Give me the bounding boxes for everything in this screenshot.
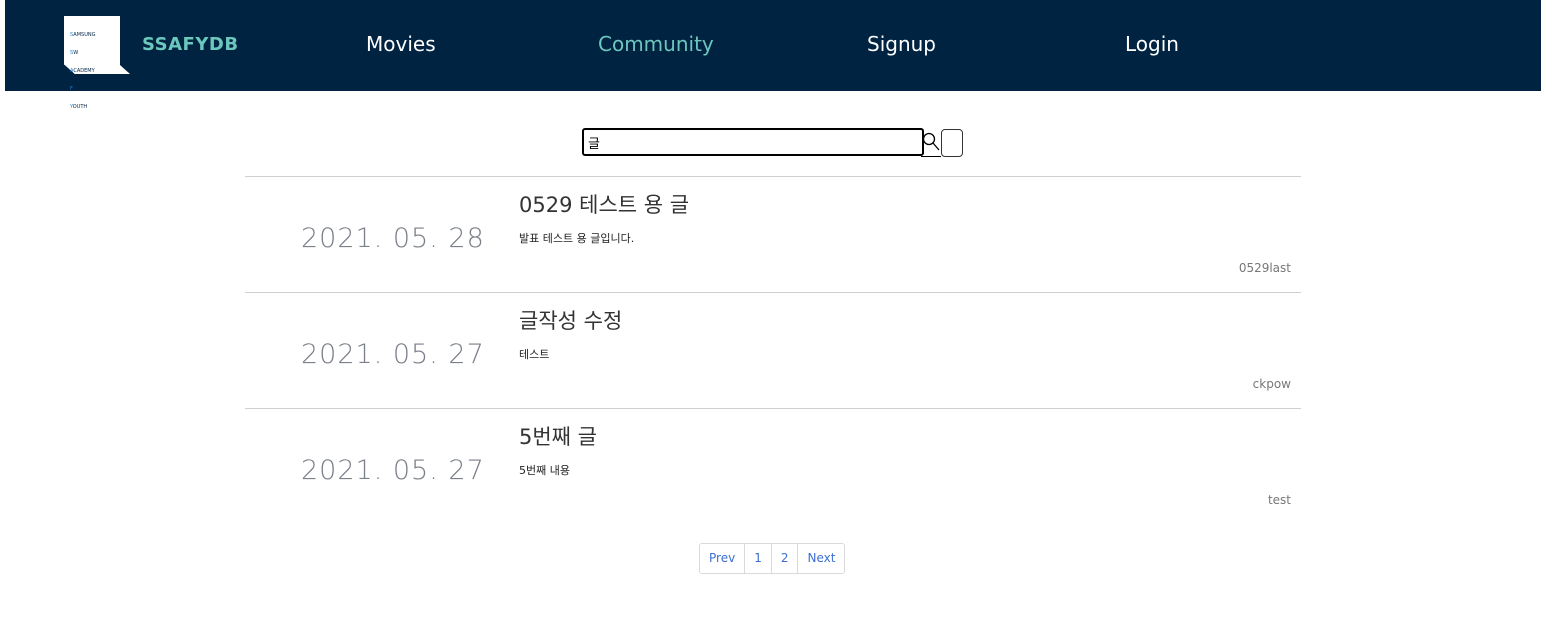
- nav-signup[interactable]: Signup: [867, 32, 936, 56]
- post-title[interactable]: 0529 테스트 용 글: [519, 189, 689, 219]
- post-list: 2021. 05. 28 0529 테스트 용 글 발표 테스트 용 글입니다.…: [245, 176, 1301, 524]
- post-title[interactable]: 글작성 수정: [519, 305, 622, 335]
- navbar: SAMSUNG SW ACADEMY FOR YOUTH SSAFYDB Mov…: [5, 0, 1541, 110]
- nav-login[interactable]: Login: [1125, 32, 1179, 56]
- post-title[interactable]: 5번째 글: [519, 421, 597, 451]
- search-icon[interactable]: [921, 130, 941, 157]
- post-item[interactable]: 2021. 05. 27 5번째 글 5번째 내용 test: [245, 408, 1301, 524]
- nav-movies[interactable]: Movies: [366, 32, 436, 56]
- post-author: 0529last: [1238, 261, 1291, 275]
- post-body: 테스트: [519, 348, 550, 361]
- post-date: 2021. 05. 27: [301, 339, 485, 370]
- page-2-button[interactable]: 2: [771, 544, 799, 573]
- next-page-button[interactable]: Next: [798, 544, 845, 573]
- post-body: 발표 테스트 용 글입니다.: [519, 232, 635, 245]
- brand-link[interactable]: SSAFYDB: [142, 34, 239, 55]
- search-input[interactable]: [582, 128, 924, 156]
- page-1-button[interactable]: 1: [745, 544, 772, 573]
- post-date: 2021. 05. 28: [301, 223, 485, 254]
- nav-community[interactable]: Community: [598, 32, 714, 56]
- pagination: Prev 1 2 Next: [699, 543, 846, 574]
- post-body: 5번째 내용: [519, 464, 570, 477]
- post-author: ckpow: [1252, 377, 1291, 391]
- post-author: test: [1267, 493, 1291, 507]
- logo-text: SAMSUNG SW ACADEMY FOR YOUTH: [70, 32, 96, 110]
- post-item[interactable]: 2021. 05. 27 글작성 수정 테스트 ckpow: [245, 292, 1301, 408]
- prev-page-button[interactable]: Prev: [700, 544, 746, 573]
- ssafy-logo[interactable]: SAMSUNG SW ACADEMY FOR YOUTH: [64, 16, 130, 110]
- post-date: 2021. 05. 27: [301, 455, 485, 486]
- post-item[interactable]: 2021. 05. 28 0529 테스트 용 글 발표 테스트 용 글입니다.…: [245, 176, 1301, 292]
- search-button[interactable]: [941, 129, 963, 157]
